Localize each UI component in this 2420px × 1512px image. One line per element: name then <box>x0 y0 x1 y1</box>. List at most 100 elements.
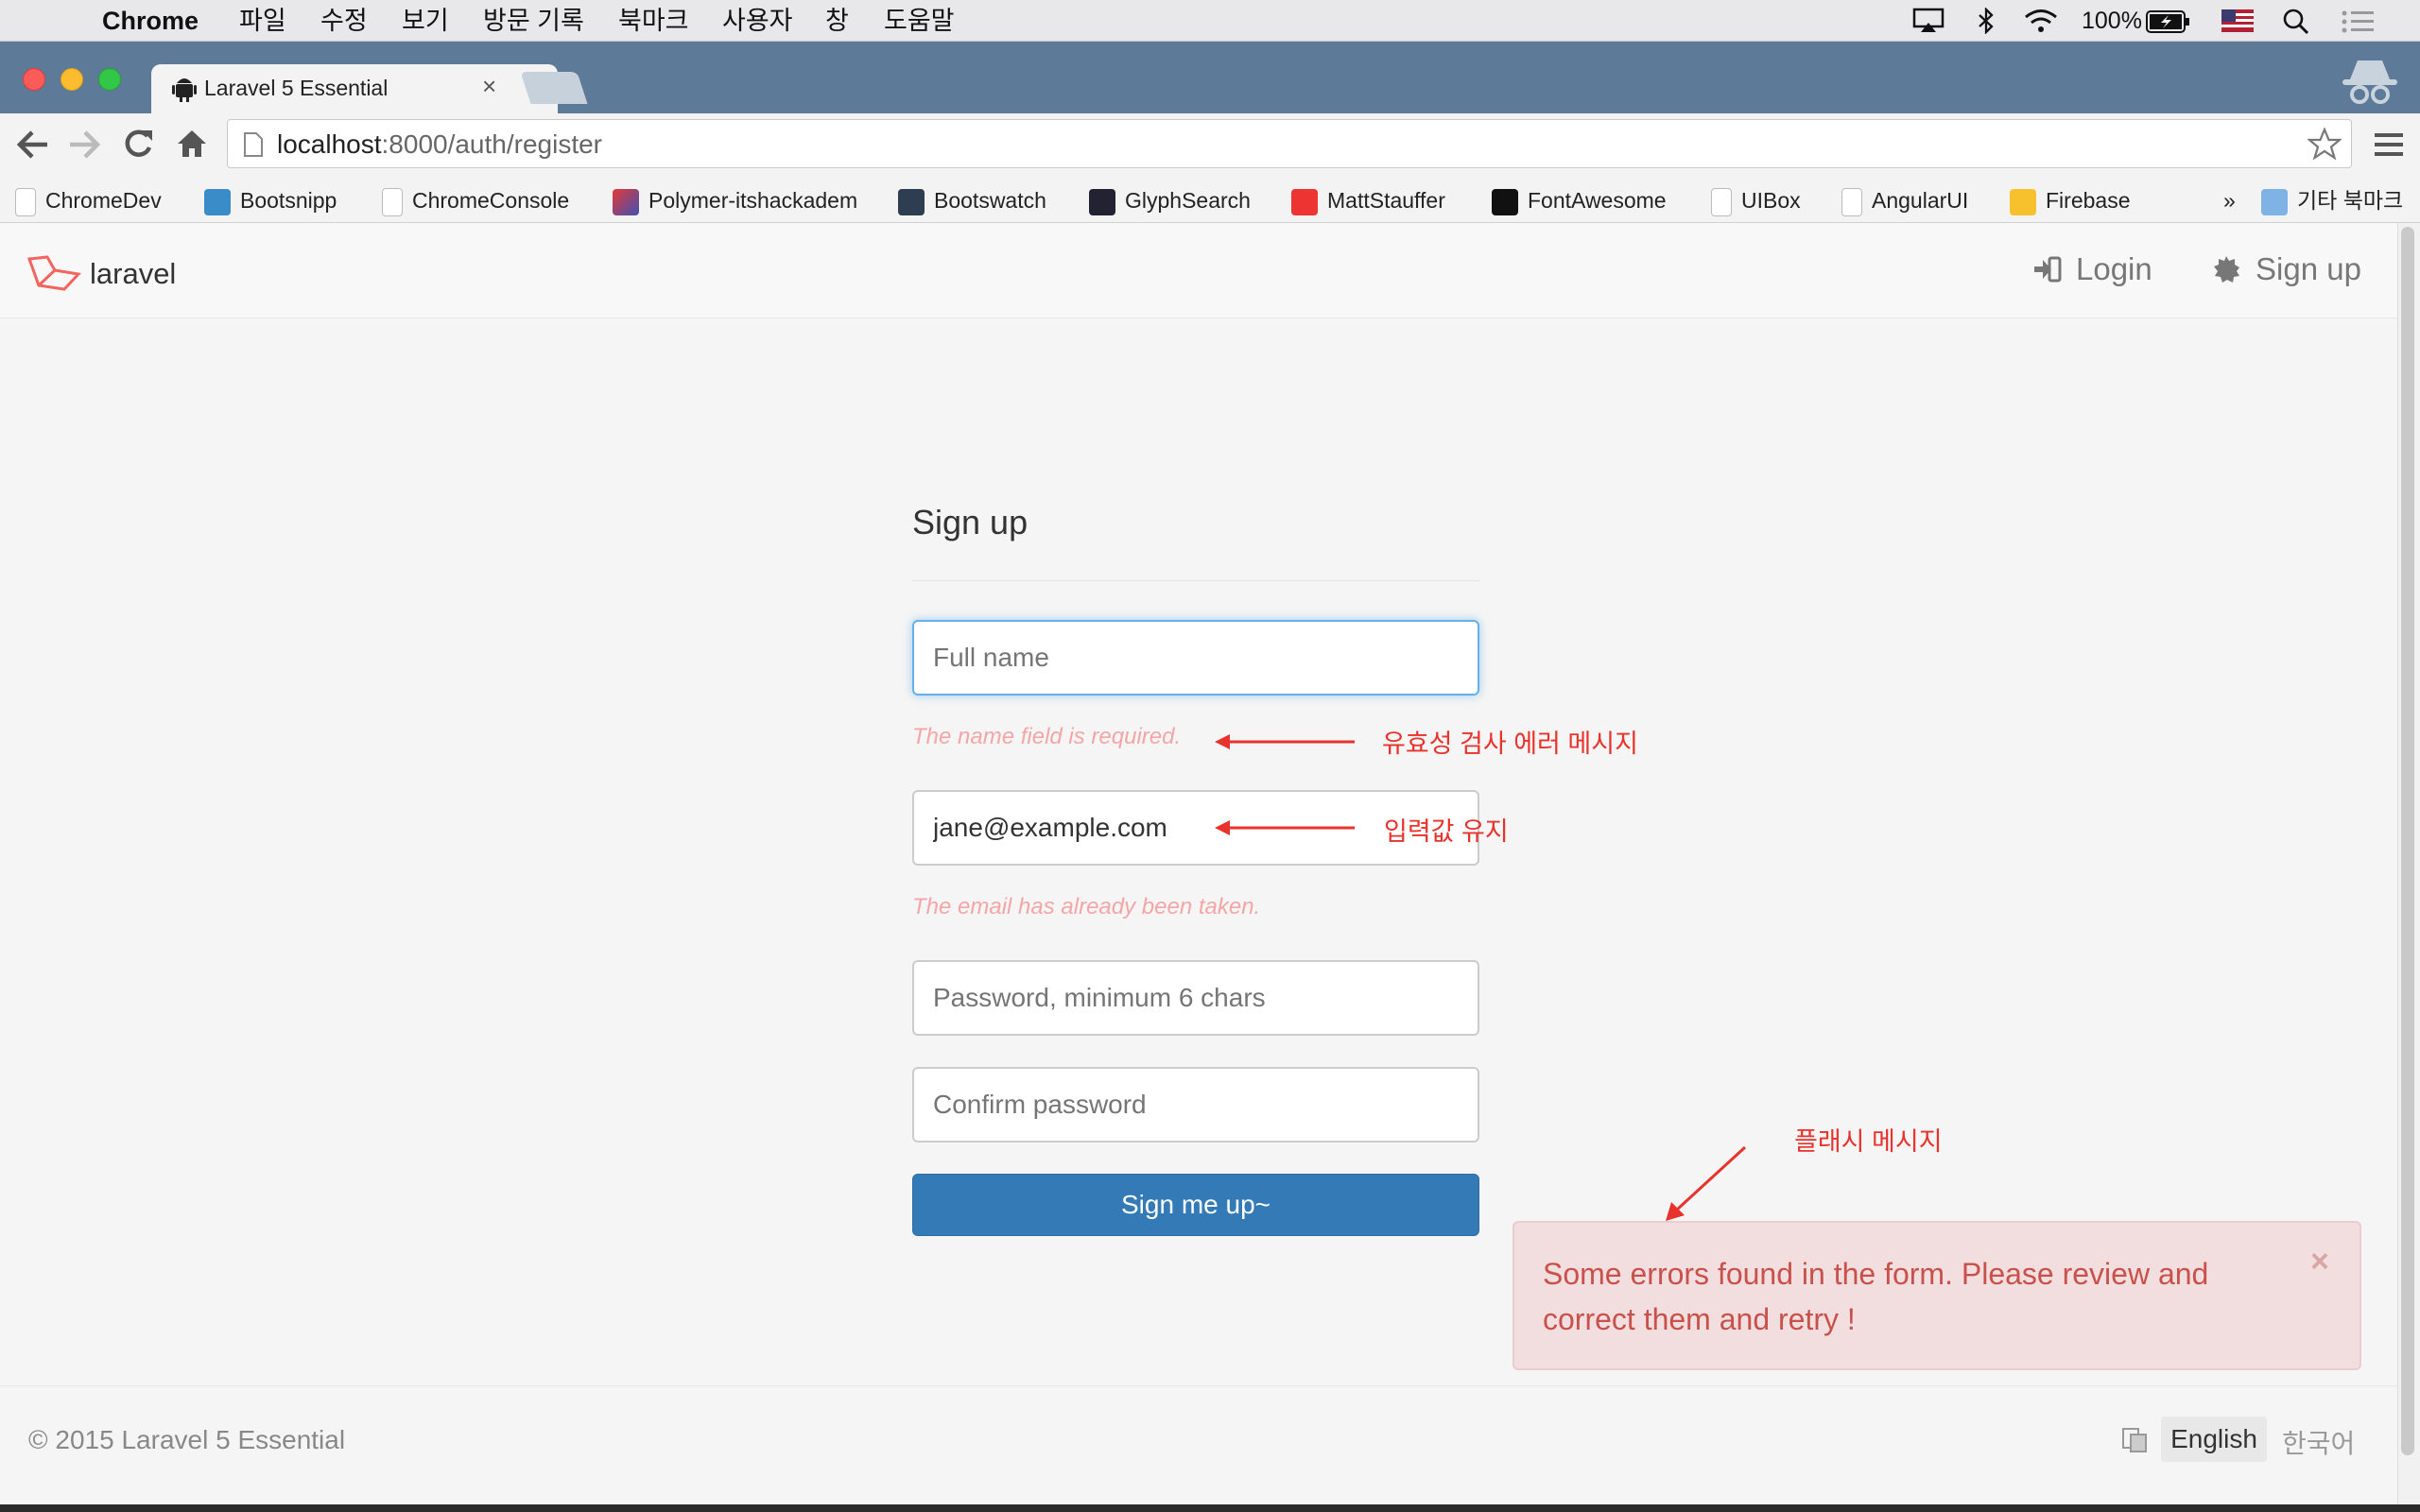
bookmark-star-icon[interactable] <box>2308 128 2342 160</box>
bookmark-label: FontAwesome <box>1528 188 1667 213</box>
bluetooth-icon[interactable] <box>1976 8 1996 34</box>
android-favicon-icon <box>172 78 197 102</box>
menu-bookmarks[interactable]: 북마크 <box>618 6 689 36</box>
bookmark-label: MattStauffer <box>1327 188 1445 213</box>
home-icon[interactable] <box>176 129 208 159</box>
nav-login-link[interactable]: Login <box>2032 251 2152 287</box>
flash-alert: Some errors found in the form. Please re… <box>1512 1221 2361 1370</box>
back-icon[interactable] <box>15 129 51 161</box>
bookmark-glyphsearch[interactable]: GlyphSearch <box>1089 182 1251 218</box>
annotation-old-input-label: 입력값 유지 <box>1384 817 1509 846</box>
bookmark-firebase[interactable]: Firebase <box>2010 182 2130 218</box>
bookmark-label: 기타 북마크 <box>2297 188 2404 213</box>
url-text: localhost:8000/auth/register <box>277 129 602 160</box>
us-flag-icon[interactable] <box>2221 9 2254 32</box>
certificate-icon <box>2214 256 2239 283</box>
bookmark-bootswatch[interactable]: Bootswatch <box>898 182 1046 218</box>
flash-close-button[interactable]: × <box>2310 1244 2329 1280</box>
menu-window[interactable]: 창 <box>825 6 849 36</box>
bookmark-chromeconsole[interactable]: ChromeConsole <box>382 182 569 218</box>
language-korean-link[interactable]: 한국어 <box>2282 1423 2355 1461</box>
bookmark-label: AngularUI <box>1872 188 1969 213</box>
menu-view[interactable]: 보기 <box>402 6 449 36</box>
bookmark-label: Firebase <box>2046 188 2131 213</box>
brand-name[interactable]: laravel <box>90 257 176 291</box>
page-icon <box>382 187 403 216</box>
nav-login-label: Login <box>2076 251 2152 286</box>
battery-percent: 100% <box>2082 8 2142 34</box>
page-icon <box>1841 187 1862 216</box>
mattstauffer-icon <box>1291 188 1318 215</box>
macos-menubar: Chrome 파일 수정 보기 방문 기록 북마크 사용자 창 도움말 100% <box>0 0 2420 42</box>
confirm-password-input[interactable] <box>912 1067 1479 1143</box>
password-input[interactable] <box>912 960 1479 1036</box>
menu-people[interactable]: 사용자 <box>722 6 793 36</box>
footer-copyright: © 2015 Laravel 5 Essential <box>28 1425 346 1454</box>
incognito-icon <box>2342 60 2397 104</box>
bookmark-label: ChromeDev <box>45 188 162 213</box>
bookmark-polymer[interactable]: Polymer-itshackadem <box>613 182 870 218</box>
tab-title: Laravel 5 Essential <box>204 76 389 100</box>
spotlight-search-icon[interactable] <box>2282 8 2310 36</box>
url-path: :8000/auth/register <box>381 129 603 159</box>
tab-close-icon[interactable]: × <box>482 72 496 101</box>
bookmark-fontawesome[interactable]: FontAwesome <box>1492 182 1667 218</box>
bootswatch-icon <box>898 188 925 215</box>
bookmark-label: GlyphSearch <box>1125 188 1251 213</box>
battery-icon[interactable] <box>2146 9 2191 34</box>
bookmark-label: Bootswatch <box>934 188 1046 213</box>
language-icon <box>2122 1428 2147 1452</box>
reload-icon[interactable] <box>121 127 155 161</box>
fontawesome-flag-icon <box>1492 188 1518 215</box>
annotation-arrow-validation <box>1215 734 1355 749</box>
address-bar[interactable]: localhost:8000/auth/register <box>227 119 2352 168</box>
menu-help[interactable]: 도움말 <box>884 6 955 36</box>
polymer-icon <box>613 188 639 215</box>
url-host: localhost <box>277 129 382 159</box>
bookmark-label: Polymer-itshackadem <box>648 188 858 213</box>
close-window-button[interactable] <box>23 68 45 91</box>
sign-up-submit-button[interactable]: Sign me up~ <box>912 1174 1479 1236</box>
notification-center-icon[interactable] <box>2341 9 2375 34</box>
annotation-flash-label: 플래시 메시지 <box>1794 1127 1943 1156</box>
bookmark-chromedev[interactable]: ChromeDev <box>15 182 162 218</box>
scrollbar-thumb[interactable] <box>2401 227 2414 1455</box>
bookmark-bootsnipp[interactable]: Bootsnipp <box>204 182 337 218</box>
page-icon <box>15 187 36 216</box>
full-name-input[interactable] <box>912 620 1479 696</box>
form-divider <box>912 580 1479 581</box>
new-tab-button[interactable] <box>520 72 588 104</box>
laravel-logo-icon[interactable] <box>26 253 81 293</box>
nav-signup-label: Sign up <box>2256 251 2361 286</box>
menu-edit[interactable]: 수정 <box>320 6 368 36</box>
other-bookmarks-folder[interactable]: 기타 북마크 <box>2261 182 2403 218</box>
browser-tab[interactable]: Laravel 5 Essential × <box>151 64 558 113</box>
airplay-icon[interactable] <box>1911 8 1945 34</box>
nav-signup-link[interactable]: Sign up <box>2212 251 2361 287</box>
glyphsearch-icon <box>1089 188 1115 215</box>
bookmarks-overflow-button[interactable]: » <box>2223 182 2236 218</box>
annotation-arrow-flash <box>1666 1145 1747 1221</box>
forward-icon[interactable] <box>66 129 102 161</box>
menu-history[interactable]: 방문 기록 <box>483 6 584 36</box>
bookmark-label: UIBox <box>1741 188 1801 213</box>
maximize-window-button[interactable] <box>98 68 121 91</box>
form-title: Sign up <box>912 503 1028 541</box>
menu-app-name[interactable]: Chrome <box>102 6 199 36</box>
menu-file[interactable]: 파일 <box>239 6 286 36</box>
minimize-window-button[interactable] <box>60 68 83 91</box>
bookmark-angularui[interactable]: AngularUI <box>1841 182 1968 218</box>
bootsnipp-icon <box>204 188 231 215</box>
bookmark-mattstauffer[interactable]: MattStauffer <box>1291 182 1445 218</box>
language-english-button[interactable]: English <box>2161 1417 2267 1462</box>
bookmark-uibox[interactable]: UIBox <box>1711 182 1801 218</box>
annotation-validation-label: 유효성 검사 에러 메시지 <box>1382 730 1638 758</box>
footer-divider <box>0 1385 2397 1386</box>
bookmark-label: Bootsnipp <box>240 188 337 213</box>
flash-message: Some errors found in the form. Please re… <box>1543 1257 2209 1336</box>
chrome-menu-icon[interactable] <box>2373 130 2405 159</box>
window-bottom-edge <box>0 1504 2420 1512</box>
wifi-icon[interactable] <box>2023 8 2059 34</box>
email-error-message: The email has already been taken. <box>912 894 1261 919</box>
page-icon <box>244 132 263 157</box>
